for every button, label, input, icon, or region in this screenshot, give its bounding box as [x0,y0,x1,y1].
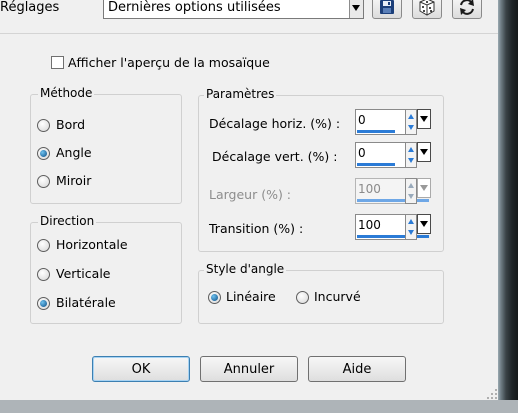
decalage-horiz-stepper[interactable] [405,109,417,135]
transition-input[interactable]: 100 [355,214,429,240]
methode-radio-miroir[interactable] [37,175,50,188]
randomize-button[interactable] [412,0,442,19]
direction-label-bilaterale: Bilatérale [56,295,116,310]
transition-stepper[interactable] [405,214,417,240]
save-icon [380,0,394,14]
down-arrow-icon[interactable] [408,230,414,235]
reset-icon [460,0,474,15]
methode-radio-angle[interactable] [37,147,50,160]
methode-group [30,94,182,204]
preset-dropdown[interactable]: Dernières options utilisées [103,0,364,19]
transition-value: 100 [358,218,381,232]
presets-label: Réglages [0,0,60,15]
resize-grip-icon[interactable] [486,388,498,400]
background-image-edge [498,0,518,413]
decalage-horiz-dropdown-button[interactable] [417,109,431,129]
preview-label: Afficher l'aperçu de la mosaïque [68,55,270,70]
style-label-incurve: Incurvé [314,289,361,304]
decalage-vert-stepper[interactable] [405,142,417,168]
down-arrow-icon[interactable] [408,125,414,130]
ok-button[interactable]: OK [92,356,190,382]
decalage-horiz-value: 0 [358,113,366,127]
methode-label-angle: Angle [56,145,92,160]
decalage-vert-value: 0 [358,146,366,160]
up-arrow-icon[interactable] [408,147,414,152]
dice-icon [419,0,435,16]
transition-slider[interactable] [357,235,429,238]
largeur-spinner: 100 [355,178,431,204]
methode-label-bord: Bord [56,117,86,132]
decalage-vert-slider[interactable] [357,163,395,166]
cancel-button[interactable]: Annuler [200,356,298,382]
down-arrow-icon[interactable] [408,158,414,163]
direction-radio-horizontale[interactable] [37,239,50,252]
direction-radio-bilaterale[interactable] [37,297,50,310]
methode-radio-bord[interactable] [37,119,50,132]
style-radio-incurve[interactable] [296,291,309,304]
help-button[interactable]: Aide [308,356,406,382]
methode-label-miroir: Miroir [56,173,92,188]
decalage-horiz-spinner[interactable]: 0 [355,109,431,135]
preset-value: Dernières options utilisées [108,0,281,15]
style-label-lineaire: Linéaire [226,289,276,304]
decalage-vert-dropdown-button[interactable] [417,142,431,162]
decalage-vert-spinner[interactable]: 0 [355,142,431,168]
largeur-slider [357,199,429,202]
chevron-down-icon[interactable] [349,0,363,18]
style-angle-title: Style d'angle [204,262,287,276]
up-arrow-icon[interactable] [408,114,414,119]
up-arrow-icon [408,183,414,188]
decalage-vert-input[interactable]: 0 [355,142,407,168]
header-divider [0,33,498,34]
direction-label-verticale: Verticale [56,266,111,281]
up-arrow-icon[interactable] [408,219,414,224]
direction-title: Direction [38,214,97,228]
direction-label-horizontale: Horizontale [56,237,128,252]
largeur-dropdown-button [417,178,431,198]
save-preset-button[interactable] [372,0,402,19]
decalage-horiz-label: Décalage horiz. (%) : [209,116,341,131]
transition-dropdown-button[interactable] [417,214,431,234]
style-radio-lineaire[interactable] [208,291,221,304]
preview-checkbox[interactable] [51,56,64,69]
methode-title: Méthode [38,86,95,100]
largeur-value: 100 [358,182,381,196]
largeur-input: 100 [355,178,429,204]
decalage-vert-label: Décalage vert. (%) : [212,149,338,164]
tile-dialog: Réglages Dernières options utilisées Aff… [0,0,498,400]
reset-button[interactable] [452,0,482,19]
decalage-horiz-input[interactable]: 0 [355,109,407,135]
direction-radio-verticale[interactable] [37,268,50,281]
largeur-label: Largeur (%) : [209,187,292,202]
parametres-title: Paramètres [204,87,277,101]
transition-spinner[interactable]: 100 [355,214,431,240]
decalage-horiz-slider[interactable] [357,130,395,133]
window-bottom-edge [0,400,518,413]
down-arrow-icon [408,194,414,199]
largeur-stepper [405,178,417,204]
transition-label: Transition (%) : [209,221,304,236]
